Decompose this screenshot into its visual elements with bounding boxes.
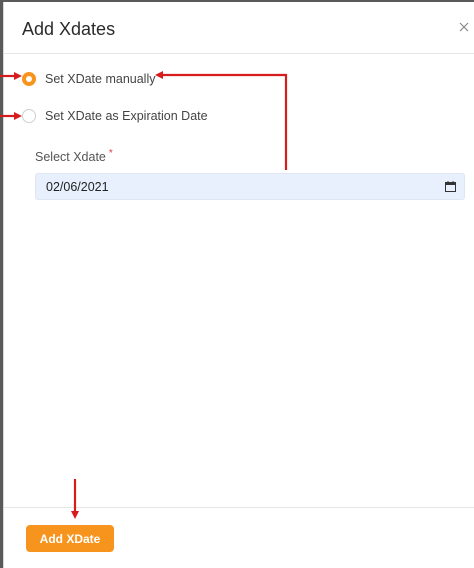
radio-button-unchecked[interactable] <box>22 109 36 123</box>
select-xdate-label: Select Xdate * <box>35 148 113 164</box>
radio-label: Set XDate manually <box>45 72 156 86</box>
page: Add Xdates Set XDate manually Set XDate … <box>0 0 474 568</box>
xdate-date-input[interactable]: 02/06/2021 <box>35 173 465 200</box>
radio-label: Set XDate as Expiration Date <box>45 109 208 123</box>
radio-set-xdate-expiration[interactable]: Set XDate as Expiration Date <box>22 108 208 124</box>
add-xdate-button[interactable]: Add XDate <box>26 525 114 552</box>
date-value: 02/06/2021 <box>46 180 109 194</box>
dialog-header: Add Xdates <box>4 2 474 54</box>
add-xdates-dialog: Add Xdates Set XDate manually Set XDate … <box>3 2 474 568</box>
field-label-text: Select Xdate <box>35 150 106 164</box>
dialog-title: Add Xdates <box>22 19 116 39</box>
close-icon[interactable] <box>457 20 471 34</box>
calendar-icon[interactable] <box>445 181 456 192</box>
footer-divider <box>4 507 474 508</box>
required-mark: * <box>108 148 113 159</box>
radio-button-checked[interactable] <box>22 72 36 86</box>
radio-set-xdate-manually[interactable]: Set XDate manually <box>22 71 155 87</box>
